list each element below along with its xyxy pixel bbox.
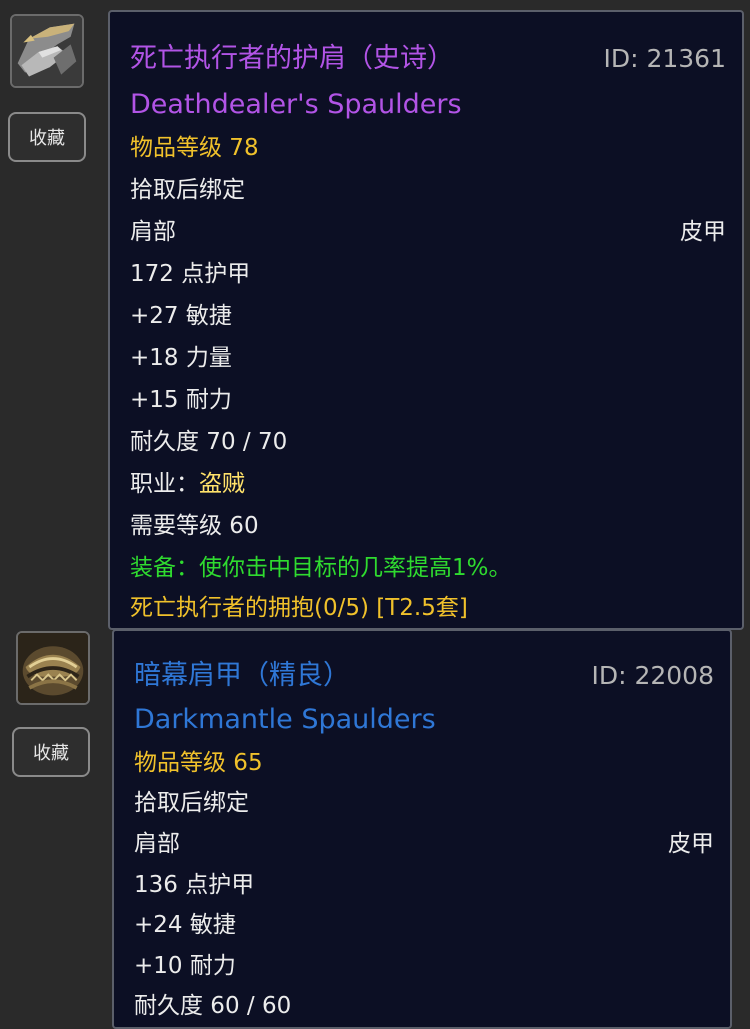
shoulder-armor-icon-graphic xyxy=(18,633,88,703)
item-level: 物品等级 65 xyxy=(134,750,263,776)
shoulder-armor-icon-graphic xyxy=(12,16,82,86)
item-stat: +10 耐力 xyxy=(134,953,236,979)
item-entry: 收藏 暗幕肩甲（精良） ID: 22008 Darkmantle Spaulde… xyxy=(0,625,750,1029)
item-stat: +15 耐力 xyxy=(130,387,232,413)
item-tooltip: 暗幕肩甲（精良） ID: 22008 Darkmantle Spaulders … xyxy=(112,629,732,1029)
favorite-button[interactable]: 收藏 xyxy=(8,112,86,162)
item-stat: +24 敏捷 xyxy=(134,912,236,938)
item-armor-type: 皮甲 xyxy=(668,831,714,857)
item-armor: 136 点护甲 xyxy=(134,872,255,898)
item-stat: +18 力量 xyxy=(130,345,232,371)
item-bind: 拾取后绑定 xyxy=(134,790,249,816)
item-title: 死亡执行者的护肩（史诗） xyxy=(130,43,454,74)
item-stat: +27 敏捷 xyxy=(130,303,232,329)
item-required-level: 需要等级 60 xyxy=(130,513,259,539)
item-english-name: Deathdealer's Spaulders xyxy=(130,89,462,120)
favorite-button[interactable]: 收藏 xyxy=(12,727,90,777)
item-id: ID: 21361 xyxy=(603,44,726,73)
item-entry: 收藏 死亡执行者的护肩（史诗） ID: 21361 Deathdealer's … xyxy=(0,0,750,630)
item-slot: 肩部 xyxy=(134,831,180,857)
item-equip-effect: 装备：使你击中目标的几率提高1%。 xyxy=(130,555,512,581)
shoulder-armor-icon[interactable] xyxy=(10,14,84,88)
shoulder-armor-icon[interactable] xyxy=(16,631,90,705)
item-class: 职业：盗贼 xyxy=(130,469,245,499)
item-tooltip: 死亡执行者的护肩（史诗） ID: 21361 Deathdealer's Spa… xyxy=(108,10,744,630)
item-armor-type: 皮甲 xyxy=(680,219,726,245)
item-durability: 耐久度 70 / 70 xyxy=(130,429,288,455)
item-set-bonus: 死亡执行者的拥抱(0/5) [T2.5套] xyxy=(130,595,468,621)
item-armor: 172 点护甲 xyxy=(130,261,251,287)
item-level: 物品等级 78 xyxy=(130,135,259,161)
item-id: ID: 22008 xyxy=(591,661,714,690)
item-bind: 拾取后绑定 xyxy=(130,177,245,203)
item-durability: 耐久度 60 / 60 xyxy=(134,993,292,1019)
item-title: 暗幕肩甲（精良） xyxy=(134,660,350,691)
item-english-name: Darkmantle Spaulders xyxy=(134,704,436,735)
item-slot: 肩部 xyxy=(130,219,176,245)
class-label: 职业： xyxy=(130,471,199,497)
class-value: 盗贼 xyxy=(199,471,245,497)
